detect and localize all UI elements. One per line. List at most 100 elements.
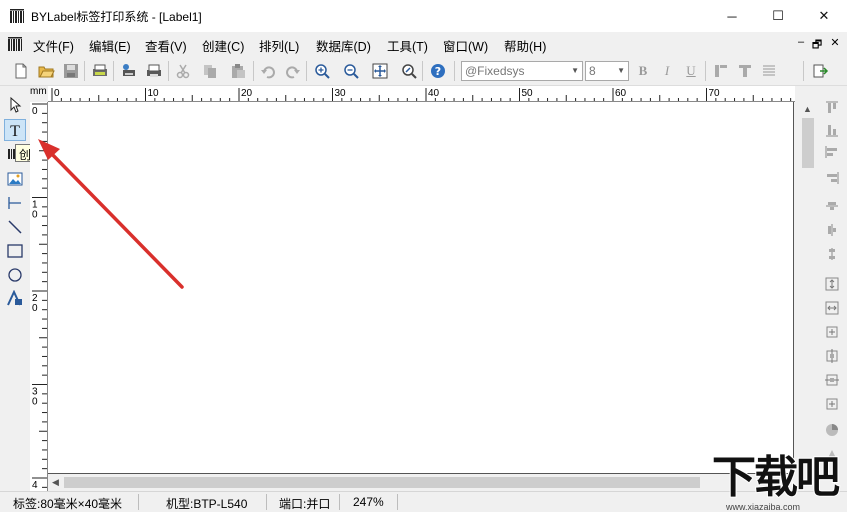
horizontal-scrollbar[interactable]: ◀ [48, 474, 799, 491]
menu-create[interactable]: 创建(C) [202, 36, 244, 55]
font-size-select[interactable]: 8 ▼ [585, 61, 629, 81]
new-file-icon[interactable] [12, 62, 30, 80]
zoom-in-icon[interactable] [313, 62, 331, 80]
ruler-h-label: 60 [615, 88, 627, 99]
toolbar-separator [454, 61, 455, 81]
font-name-select[interactable]: @Fixedsys ▼ [461, 61, 583, 81]
open-folder-icon[interactable] [37, 62, 55, 80]
menu-file[interactable]: 文件(F) [33, 36, 74, 55]
chevron-down-icon: ▼ [617, 66, 625, 75]
font-size-value: 8 [589, 64, 596, 78]
align-center-text-icon[interactable] [736, 62, 754, 80]
justify-icon[interactable] [760, 62, 778, 80]
menu-help[interactable]: 帮助(H) [504, 36, 546, 55]
horizontal-ruler: 01020304050607080 [48, 86, 795, 102]
menu-arrange[interactable]: 排列(L) [259, 36, 299, 55]
ruler-h-label: 0 [54, 88, 60, 99]
ruler-v-label: 0 [32, 397, 38, 408]
menu-database[interactable]: 数据库(D) [316, 36, 371, 55]
underline-button[interactable]: U [682, 62, 700, 80]
watermark-domain: www.xiazaiba.com [726, 502, 801, 512]
print-icon[interactable] [145, 62, 163, 80]
menu-edit[interactable]: 编辑(E) [89, 36, 131, 55]
text-tool-icon: T [10, 123, 20, 140]
rtf-text-icon[interactable] [6, 290, 24, 308]
toolbar-separator [168, 61, 169, 81]
align-left-text-icon[interactable] [712, 62, 730, 80]
horizontal-scroll-thumb[interactable] [64, 477, 700, 488]
rotate-icon[interactable] [824, 422, 840, 438]
toolbar-separator [803, 61, 804, 81]
same-height-icon[interactable] [824, 276, 840, 292]
select-pointer-icon[interactable] [6, 96, 24, 114]
align-left-icon[interactable] [824, 144, 840, 160]
toolbar-separator [84, 61, 85, 81]
center-page-icon[interactable] [824, 348, 840, 364]
mdi-restore-button[interactable]: 🗗 [810, 36, 824, 55]
vertical-scrollbar[interactable]: ▲ [799, 102, 816, 474]
chevron-down-icon: ▼ [571, 66, 579, 75]
center-page-vertical-icon[interactable] [824, 396, 840, 412]
save-icon[interactable] [62, 62, 80, 80]
export-icon[interactable] [811, 62, 829, 80]
mdi-close-button[interactable]: ✕ [828, 36, 842, 49]
create-text-button[interactable]: T [4, 119, 26, 141]
vertical-line-icon[interactable] [6, 194, 24, 212]
ruler-v-label: 0 [32, 210, 38, 221]
paste-icon[interactable] [229, 62, 247, 80]
copy-icon[interactable] [201, 62, 219, 80]
menu-tools[interactable]: 工具(T) [387, 36, 428, 55]
ruler-h-label: 10 [148, 88, 160, 99]
status-printer-model: 机型:BTP-L540 [166, 497, 248, 511]
zoom-out-icon[interactable] [342, 62, 360, 80]
rectangle-icon[interactable] [6, 242, 24, 260]
undo-icon[interactable] [259, 62, 277, 80]
vertical-scroll-thumb[interactable] [802, 118, 814, 168]
fit-page-icon[interactable] [371, 62, 389, 80]
status-separator [397, 494, 398, 510]
watermark-logo: 下载吧 www.xiazaiba.com [711, 451, 847, 512]
status-label-size: 标签:80毫米×40毫米 [13, 497, 123, 511]
align-toolbox [818, 86, 847, 491]
center-page-horizontal-icon[interactable] [824, 372, 840, 388]
toolbar-separator [253, 61, 254, 81]
print-preview-icon[interactable] [91, 62, 109, 80]
toolbar-separator [306, 61, 307, 81]
diagonal-line-icon[interactable] [6, 218, 24, 236]
menu-window[interactable]: 窗口(W) [443, 36, 488, 55]
zoom-custom-icon[interactable] [400, 62, 418, 80]
print-setup-icon[interactable] [120, 62, 138, 80]
redo-icon[interactable] [284, 62, 302, 80]
cut-icon[interactable] [174, 62, 192, 80]
maximize-button[interactable]: ☐ [755, 0, 801, 32]
same-width-icon[interactable] [824, 300, 840, 316]
status-zoom: 247% [353, 495, 384, 509]
horizontal-ruler-ticks: 01020304050607080 [51, 88, 792, 101]
window-title: BYLabel标签打印系统 - [Label1] [31, 10, 202, 24]
close-button[interactable]: ✕ [801, 0, 847, 32]
status-separator [138, 494, 139, 510]
align-top-icon[interactable] [824, 100, 840, 116]
menu-view[interactable]: 查看(V) [145, 36, 187, 55]
italic-button[interactable]: I [658, 62, 676, 80]
watermark-text: 下载吧 [711, 451, 841, 504]
mdi-minimize-button[interactable]: – [794, 36, 808, 48]
scroll-up-icon[interactable]: ▲ [803, 104, 812, 114]
center-horizontal-icon[interactable] [824, 198, 840, 214]
minimize-button[interactable]: ─ [709, 0, 755, 32]
scroll-left-icon[interactable]: ◀ [52, 477, 59, 488]
toolbar-separator [705, 61, 706, 81]
ruler-h-label: 20 [241, 88, 253, 99]
same-size-icon[interactable] [824, 324, 840, 340]
toolbar-separator [113, 61, 114, 81]
align-right-icon[interactable] [824, 170, 840, 186]
ellipse-icon[interactable] [6, 266, 24, 284]
label-canvas[interactable] [48, 102, 794, 474]
align-bottom-icon[interactable] [824, 122, 840, 138]
distribute-icon[interactable] [824, 246, 840, 262]
ruler-h-label: 40 [428, 88, 440, 99]
center-vertical-icon[interactable] [824, 222, 840, 238]
bold-button[interactable]: B [634, 62, 652, 80]
image-icon[interactable] [6, 170, 24, 188]
help-icon[interactable]: ? [429, 62, 447, 80]
